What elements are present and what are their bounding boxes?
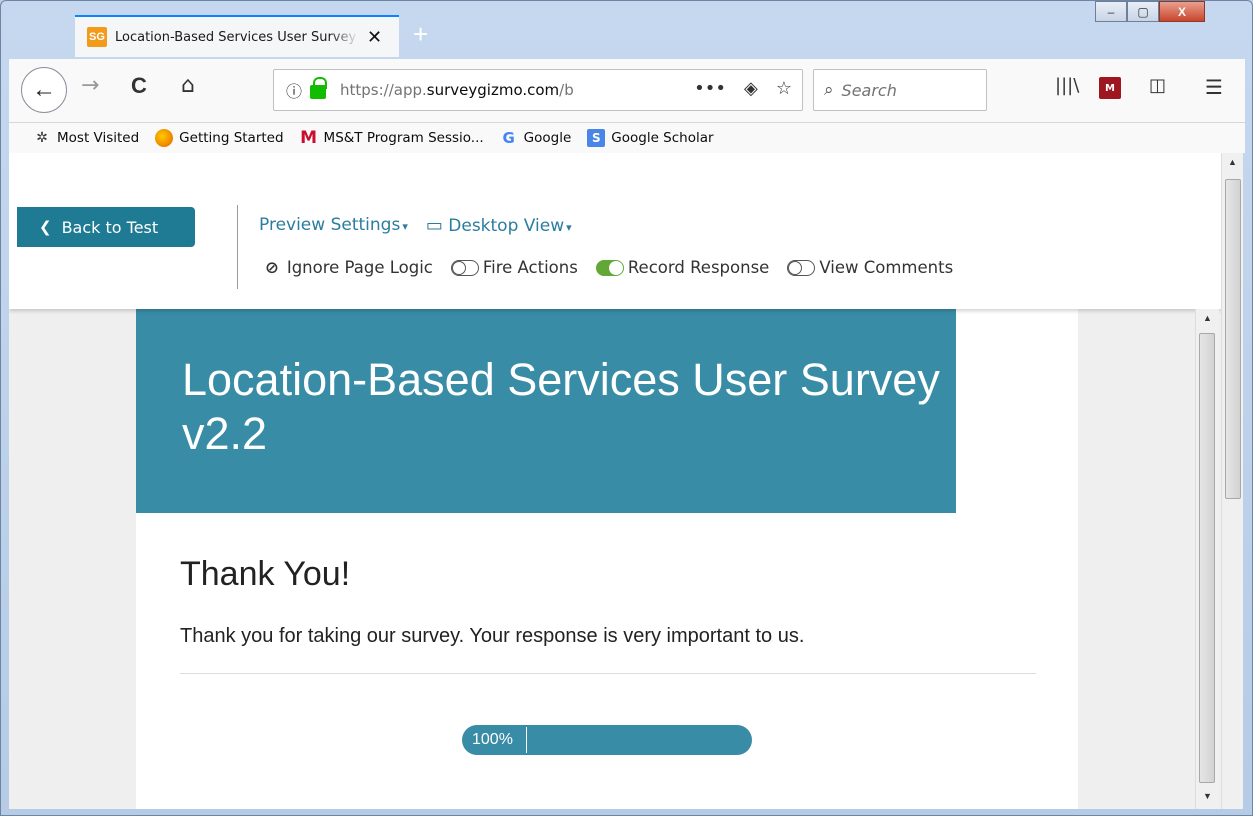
preview-menus: Preview Settings ▾ ▭ Desktop View ▾ [259, 215, 572, 236]
mendeley-icon[interactable]: M [1099, 77, 1121, 99]
sidebar-icon[interactable]: ◫ [1149, 75, 1166, 96]
search-input[interactable]: ⌕ Search [813, 69, 987, 111]
back-to-test-label: Back to Test [61, 217, 159, 237]
maximize-button[interactable]: ▢ [1127, 1, 1159, 22]
bookmark-google-scholar[interactable]: S Google Scholar [587, 129, 714, 147]
caret-down-icon: ▾ [402, 220, 408, 233]
page-content: ❮ Back to Test Preview Settings ▾ ▭ Deskt… [9, 153, 1221, 809]
browser-window: SG Location-Based Services User Survey ✕… [0, 0, 1253, 816]
bookmark-label: Google [523, 130, 572, 146]
divider [180, 673, 1036, 674]
toggle-on-icon [595, 259, 624, 276]
bookmark-star-icon[interactable]: ☆ [776, 78, 792, 99]
window-controls: – ▢ X [1095, 1, 1205, 23]
scrollbar-thumb[interactable] [1225, 179, 1241, 499]
chevron-left-icon: ❮ [39, 218, 52, 236]
caret-down-icon: ▾ [566, 221, 572, 234]
preview-settings-dropdown[interactable]: Preview Settings ▾ [259, 215, 408, 236]
bookmark-getting-started[interactable]: ● Getting Started [155, 129, 284, 147]
firefox-icon: ● [155, 129, 174, 147]
url-bar[interactable]: ⓘ https://app.surveygizmo.com/b ••• ◈ ☆ [273, 69, 803, 111]
fire-actions-label: Fire Actions [482, 258, 578, 277]
toggle-off-icon [787, 259, 816, 276]
monitor-icon: ▭ [425, 215, 443, 236]
ignore-page-logic-label: Ignore Page Logic [286, 258, 433, 277]
google-icon: G [502, 129, 515, 147]
search-placeholder: Search [841, 80, 897, 100]
url-text: https://app.surveygizmo.com/b [340, 81, 574, 99]
toggle-off-icon [450, 259, 479, 276]
tab-title: Location-Based Services User Survey [115, 29, 357, 45]
back-to-test-button[interactable]: ❮ Back to Test [17, 207, 195, 247]
scroll-down-icon[interactable]: ▼ [1196, 791, 1219, 801]
ignore-page-logic-toggle[interactable]: ⊘ Ignore Page Logic [265, 258, 433, 277]
ban-icon: ⊘ [265, 258, 279, 277]
mst-icon: M [300, 128, 317, 148]
survey-scrollbar[interactable]: ▲ ▼ [1195, 309, 1219, 809]
fire-actions-toggle[interactable]: Fire Actions [450, 258, 578, 277]
preview-settings-label: Preview Settings [259, 215, 401, 235]
view-comments-label: View Comments [819, 258, 954, 277]
view-comments-toggle[interactable]: View Comments [787, 258, 953, 277]
lock-icon [310, 77, 328, 99]
info-icon[interactable]: ⓘ [286, 78, 302, 102]
url-actions: ••• ◈ ☆ [694, 78, 792, 99]
desktop-view-dropdown[interactable]: ▭ Desktop View ▾ [426, 215, 572, 236]
bookmark-label: Most Visited [57, 130, 140, 146]
scroll-up-icon[interactable]: ▲ [1222, 157, 1243, 167]
new-tab-button[interactable]: + [413, 19, 428, 50]
navigation-toolbar: ← → C ⌂ ⓘ https://app.surveygizmo.com/b … [9, 59, 1245, 123]
record-response-toggle[interactable]: Record Response [595, 258, 770, 277]
bookmark-most-visited[interactable]: ✲ Most Visited [33, 129, 139, 147]
tab-strip: SG Location-Based Services User Survey ✕… [9, 13, 1245, 59]
progress-bar: 100% [462, 725, 752, 755]
search-icon: ⌕ [824, 80, 834, 100]
scrollbar-thumb[interactable] [1199, 333, 1215, 783]
survey-title: Location-Based Services User Survey v2.2 [136, 309, 956, 513]
preview-toolbar: ❮ Back to Test Preview Settings ▾ ▭ Deskt… [9, 153, 1221, 309]
preview-options: ⊘ Ignore Page Logic Fire Actions Record … [265, 258, 953, 277]
scholar-icon: S [587, 129, 606, 147]
progress-separator [526, 727, 527, 753]
thank-you-heading: Thank You! [180, 555, 351, 593]
record-response-label: Record Response [627, 258, 770, 277]
progress-label: 100% [472, 731, 513, 748]
page-actions-icon[interactable]: ••• [694, 78, 726, 99]
mendeley-container: M [1099, 77, 1121, 99]
library-icon[interactable]: |||\ [1055, 75, 1079, 96]
tab-close-icon[interactable]: ✕ [367, 27, 382, 48]
surveygizmo-favicon-icon: SG [87, 27, 107, 47]
bookmarks-bar: ✲ Most Visited ● Getting Started M MS&T … [9, 123, 1245, 153]
bookmark-label: Google Scholar [611, 130, 714, 146]
menu-icon[interactable]: ☰ [1205, 75, 1223, 99]
page-scrollbar[interactable]: ▲ [1221, 153, 1243, 809]
bookmark-label: MS&T Program Sessio... [323, 130, 484, 146]
survey-page: Location-Based Services User Survey v2.2… [136, 309, 1078, 809]
bookmark-label: Getting Started [179, 130, 284, 146]
close-window-button[interactable]: X [1159, 1, 1205, 22]
minimize-button[interactable]: – [1095, 1, 1127, 22]
tab-active[interactable]: SG Location-Based Services User Survey ✕ [75, 15, 399, 57]
divider [237, 205, 238, 289]
bookmark-google[interactable]: G Google [500, 129, 572, 147]
gear-icon: ✲ [36, 130, 48, 146]
thank-you-message: Thank you for taking our survey. Your re… [180, 625, 805, 647]
home-button[interactable]: ⌂ [181, 73, 195, 98]
scroll-up-icon[interactable]: ▲ [1196, 313, 1219, 323]
pocket-icon[interactable]: ◈ [744, 78, 758, 99]
forward-button[interactable]: → [81, 73, 99, 98]
bookmark-mst-program[interactable]: M MS&T Program Sessio... [300, 128, 484, 148]
back-button[interactable]: ← [21, 67, 67, 113]
desktop-view-label: Desktop View [448, 216, 565, 236]
reload-button[interactable]: C [131, 73, 147, 99]
